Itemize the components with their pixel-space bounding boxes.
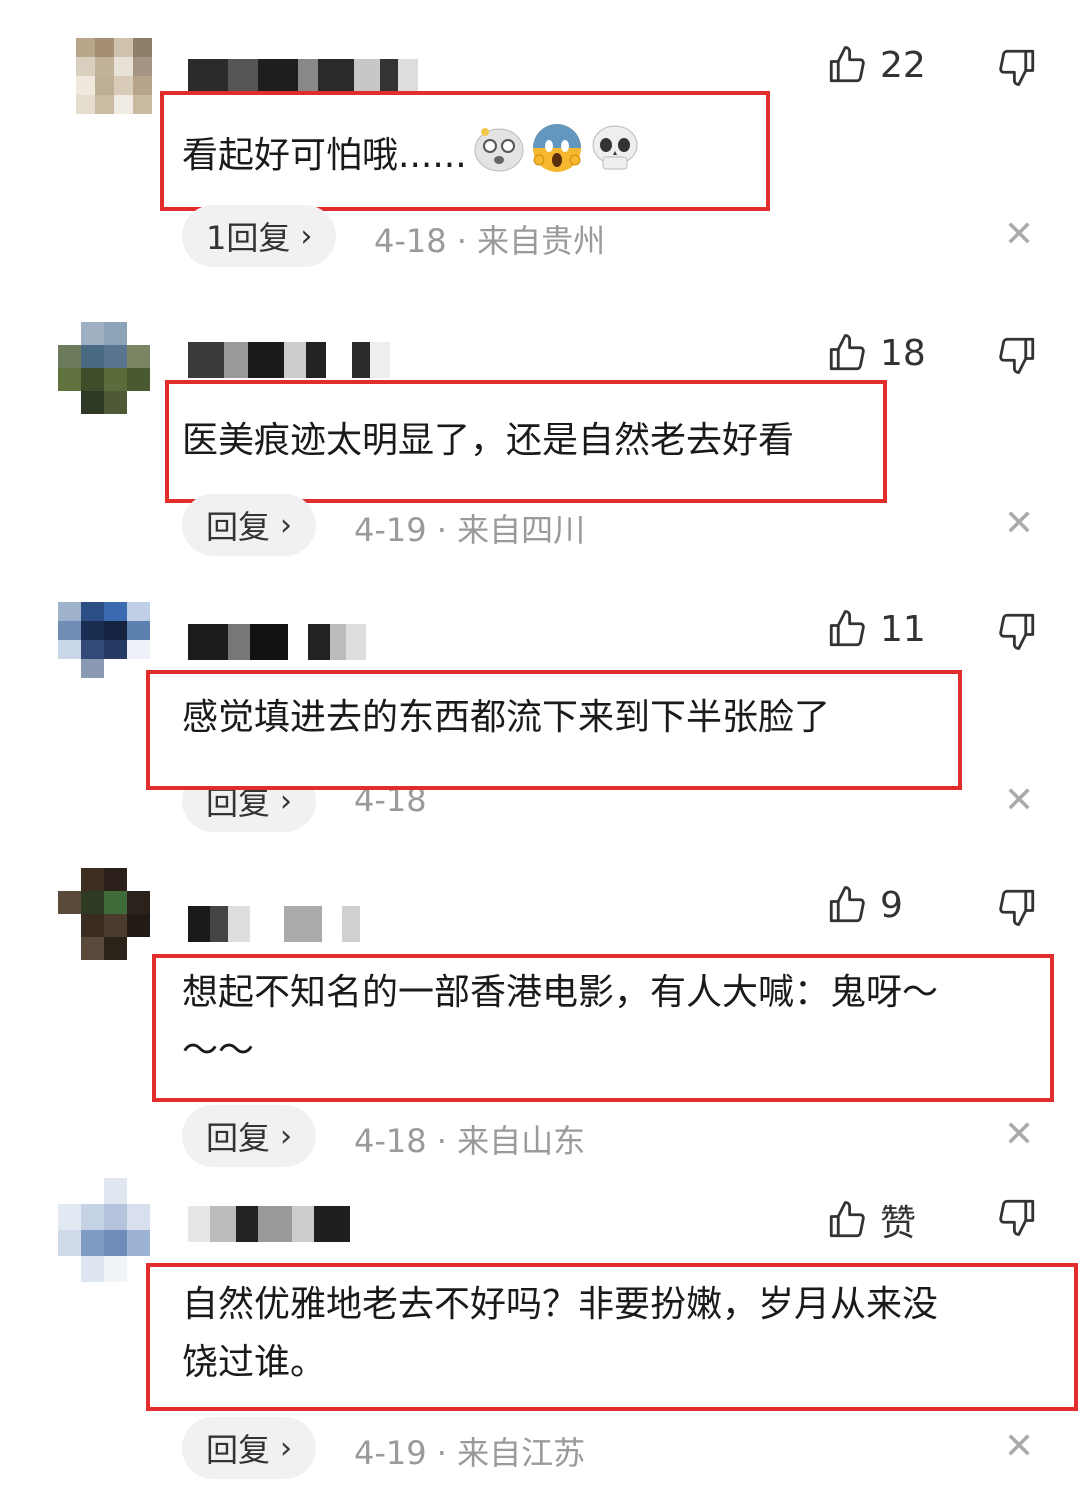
like-button[interactable]: 赞 (826, 1194, 916, 1246)
reply-button[interactable]: 回复 › (182, 1105, 317, 1167)
dizzy-face-emoji (473, 124, 525, 190)
username-obscured[interactable] (188, 620, 366, 660)
thumbs-down-icon (996, 1196, 1038, 1238)
avatar[interactable] (58, 1178, 150, 1282)
close-icon[interactable]: ✕ (1004, 1426, 1034, 1467)
comment-location: · 来自四川 (436, 511, 586, 549)
thumbs-up-icon (826, 608, 868, 650)
chevron-right-icon: › (300, 218, 313, 254)
avatar[interactable] (76, 38, 152, 114)
comment-meta: 4-18 · 来自山东 (354, 1116, 585, 1162)
like-button[interactable]: 9 (826, 884, 903, 926)
reply-button[interactable]: 回复 › (182, 1417, 317, 1479)
reply-button[interactable]: 1回复 › (182, 205, 337, 267)
thumbs-up-icon (826, 44, 868, 86)
thumbs-up-icon (826, 1199, 868, 1241)
username-obscured[interactable] (188, 55, 418, 95)
thumbs-down-icon (996, 334, 1038, 376)
like-label: 赞 (880, 1203, 917, 1244)
comment-location: · 来自山东 (436, 1122, 586, 1160)
like-count: 9 (880, 884, 903, 926)
comment-text: 感觉填进去的东西都流下来到下半张脸了 (182, 697, 831, 738)
comment-date: 4-18 (354, 1122, 427, 1160)
like-count: 22 (880, 44, 926, 86)
chevron-right-icon: › (280, 1118, 293, 1154)
comment-meta: 4-19 · 来自江苏 (354, 1428, 585, 1474)
comment-date: 4-19 (354, 1434, 427, 1472)
like-button[interactable]: 22 (826, 44, 926, 86)
close-icon[interactable]: ✕ (1004, 214, 1034, 255)
close-icon[interactable]: ✕ (1004, 503, 1034, 544)
avatar[interactable] (58, 322, 150, 414)
comment-meta: 4-19 · 来自四川 (354, 505, 585, 551)
dislike-button[interactable] (996, 334, 1038, 376)
like-count: 11 (880, 608, 926, 650)
comment-text: 看起好可怕哦...... (182, 122, 641, 192)
comment-text: 想起不知名的一部香港电影，有人大喊：鬼呀～ ～～ (182, 972, 939, 1071)
username-obscured[interactable] (188, 338, 390, 378)
close-icon[interactable]: ✕ (1004, 1114, 1034, 1155)
chevron-right-icon: › (280, 1430, 293, 1466)
like-button[interactable]: 18 (826, 332, 926, 374)
dislike-button[interactable] (996, 46, 1038, 88)
skull-emoji (589, 123, 641, 191)
chevron-right-icon: › (280, 507, 293, 543)
dislike-button[interactable] (996, 1196, 1038, 1238)
avatar[interactable] (58, 868, 150, 960)
avatar[interactable] (58, 602, 150, 678)
like-button[interactable]: 11 (826, 608, 926, 650)
screaming-face-emoji (531, 122, 583, 192)
comment-location: · 来自贵州 (456, 222, 606, 260)
comment-meta: 4-18 · 来自贵州 (374, 216, 605, 262)
thumbs-down-icon (996, 46, 1038, 88)
dislike-button[interactable] (996, 886, 1038, 928)
comment-date: 4-19 (354, 511, 427, 549)
comment-text: 医美痕迹太明显了，还是自然老去好看 (182, 420, 795, 461)
thumbs-down-icon (996, 886, 1038, 928)
thumbs-down-icon (996, 610, 1038, 652)
dislike-button[interactable] (996, 610, 1038, 652)
reply-button[interactable]: 回复 › (182, 494, 317, 556)
like-count: 18 (880, 332, 926, 374)
username-obscured[interactable] (188, 1202, 350, 1242)
comment-location: · 来自江苏 (436, 1434, 586, 1472)
close-icon[interactable]: ✕ (1004, 780, 1034, 821)
username-obscured[interactable] (188, 902, 360, 942)
thumbs-up-icon (826, 884, 868, 926)
comment-date: 4-18 (374, 222, 447, 260)
thumbs-up-icon (826, 332, 868, 374)
comment-text: 自然优雅地老去不好吗？非要扮嫩，岁月从来没 饶过谁。 (182, 1284, 939, 1383)
